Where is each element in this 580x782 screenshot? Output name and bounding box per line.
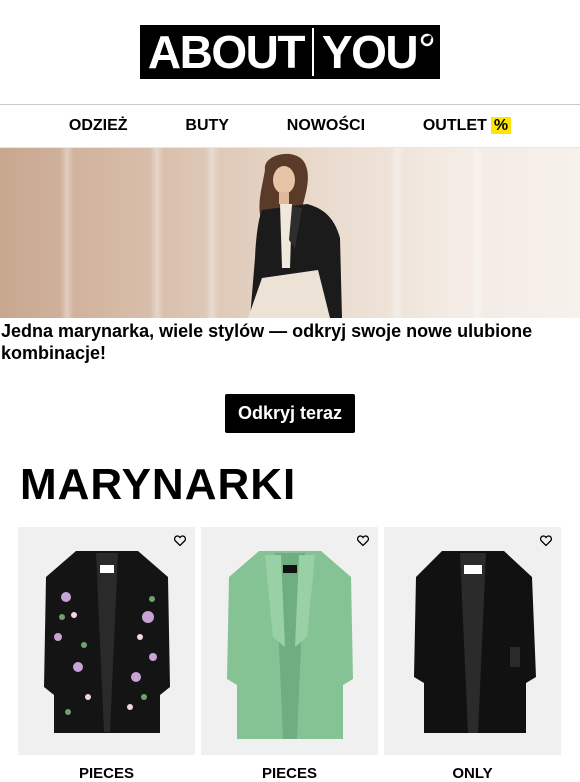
main-nav: ODZIEŻ BUTY NOWOŚCI OUTLET% (0, 105, 580, 148)
cta-wrapper: Odkryj teraz (0, 394, 580, 433)
hero-banner-image[interactable] (0, 148, 580, 318)
logo-text-left: ABOUT (147, 25, 306, 78)
logo-text-right: YOU (321, 25, 419, 78)
product-image[interactable] (384, 527, 561, 755)
section-title: MARYNARKI (20, 460, 297, 509)
nav-item-nowosci[interactable]: NOWOŚCI (287, 117, 365, 135)
model-photo (248, 153, 342, 318)
product-grid: PIECES PIECES ONLY (0, 527, 580, 782)
heart-icon[interactable] (174, 535, 186, 546)
nav-item-odziez[interactable]: ODZIEŻ (69, 117, 128, 135)
nav-item-outlet[interactable]: OUTLET% (422, 117, 512, 135)
about-you-logo[interactable]: ABOUT YOU (139, 24, 441, 79)
heart-icon[interactable] (357, 535, 369, 546)
floral-blazer-image (44, 551, 170, 733)
discover-now-button[interactable]: Odkryj teraz (224, 394, 356, 433)
product-card[interactable]: ONLY (384, 527, 561, 782)
logo-divider (311, 27, 314, 76)
nav-item-outlet-label: OUTLET (422, 117, 487, 134)
product-card[interactable]: PIECES (201, 527, 378, 782)
product-image[interactable] (201, 527, 378, 755)
outlet-percent-badge: % (490, 117, 512, 134)
heart-icon[interactable] (540, 535, 552, 546)
logo-ring-icon (420, 33, 434, 46)
nav-item-buty[interactable]: BUTY (185, 117, 229, 135)
product-card[interactable]: PIECES (18, 527, 195, 782)
promo-text: Jedna marynarka, wiele stylów — odkryj s… (1, 321, 533, 363)
header: ABOUT YOU (0, 0, 580, 103)
black-blazer-image (414, 551, 536, 733)
green-blazer-image (227, 551, 353, 739)
product-image[interactable] (18, 527, 195, 755)
